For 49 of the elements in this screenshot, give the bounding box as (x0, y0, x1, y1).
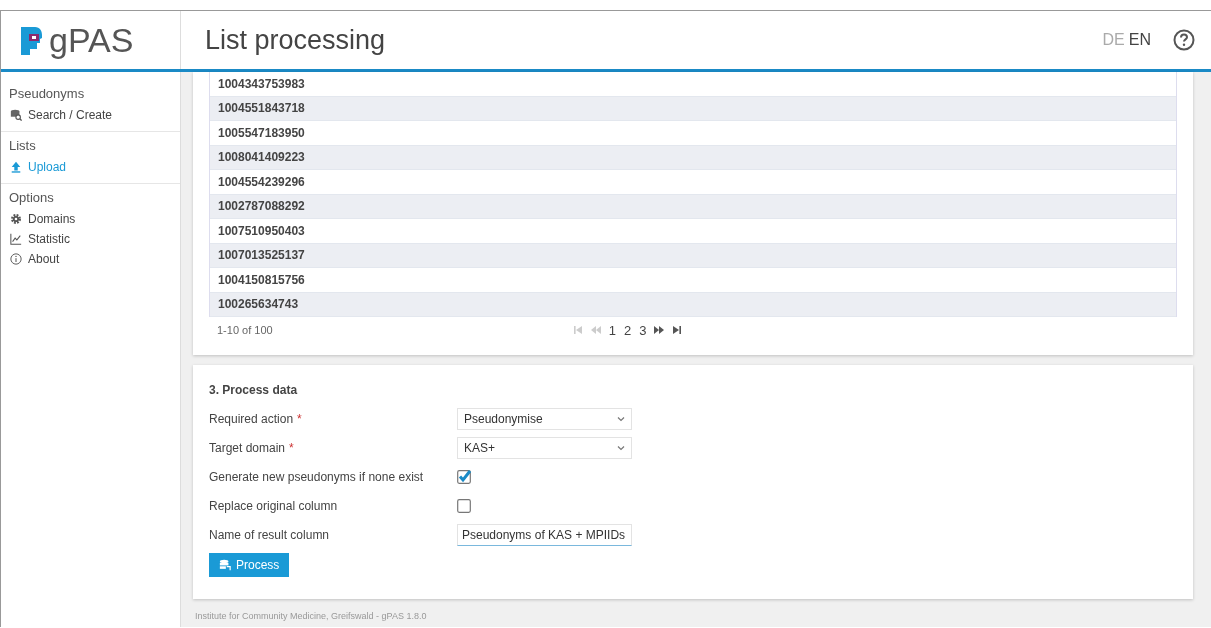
field-label: Target domain (209, 441, 286, 455)
table-cell: 1004343753983 (210, 72, 1176, 97)
table-cell: 1007013525137 (210, 243, 1176, 268)
sidebar-section-title: Pseudonyms (9, 85, 86, 103)
page-range: 1-10 of 100 (217, 324, 273, 336)
app-name: gPAS (49, 20, 134, 60)
page-link[interactable]: 2 (623, 322, 632, 338)
info-icon (10, 253, 22, 265)
required-mark: * (289, 441, 294, 455)
text-field[interactable]: Pseudonyms of KAS + MPIIDs (457, 524, 632, 546)
table-cell: 1004554239296 (210, 170, 1176, 195)
database-icon (219, 559, 231, 571)
dropdown[interactable]: KAS+ (457, 437, 632, 459)
required-mark: * (297, 412, 302, 426)
gear-icon (10, 213, 22, 225)
table-cell: 1004551843718 (210, 96, 1176, 121)
chevron-down-icon (617, 416, 625, 422)
table-cell: 1008041409223 (210, 145, 1176, 170)
field-label: Replace original column (209, 499, 338, 513)
dropdown[interactable]: Pseudonymise (457, 408, 632, 430)
checkbox[interactable] (457, 499, 471, 513)
last-page-icon[interactable] (672, 325, 683, 335)
next-page-icon[interactable] (654, 325, 665, 335)
table-cell: 1002787088292 (210, 194, 1176, 219)
field-label: Name of result column (209, 528, 330, 542)
field-label: Required action (209, 412, 294, 426)
page-link[interactable]: 3 (639, 322, 647, 338)
sidebar-item[interactable]: Domains (9, 209, 172, 229)
chevron-down-icon (617, 445, 625, 451)
language-link[interactable]: EN (1128, 31, 1151, 49)
sidebar-item[interactable]: Search / Create (9, 105, 172, 125)
table-cell: 1007510950403 (210, 219, 1176, 244)
section-title: 3. Process data (209, 383, 299, 397)
sidebar-item[interactable]: About (9, 249, 172, 269)
page-link[interactable]: 1 (608, 322, 616, 338)
page-title: List processing (205, 24, 386, 56)
table-cell: 1005547183950 (210, 121, 1176, 146)
footer-text: Institute for Community Medicine, Greifswald - gPAS 1.8.0 (194, 610, 428, 621)
line-chart-icon (10, 233, 22, 245)
table-cell: 1004150815756 (210, 268, 1176, 293)
checkbox[interactable] (457, 470, 471, 484)
table-cell: 100265634743 (210, 292, 1176, 317)
database-search-icon (10, 109, 22, 121)
upload-icon (10, 161, 22, 173)
field-label: Generate new pseudonyms if none exist (209, 470, 424, 484)
sidebar-section-title: Lists (9, 137, 37, 155)
help-icon[interactable] (1173, 29, 1195, 51)
sidebar-section-title: Options (9, 189, 55, 207)
sidebar-item[interactable]: Statistic (9, 229, 172, 249)
